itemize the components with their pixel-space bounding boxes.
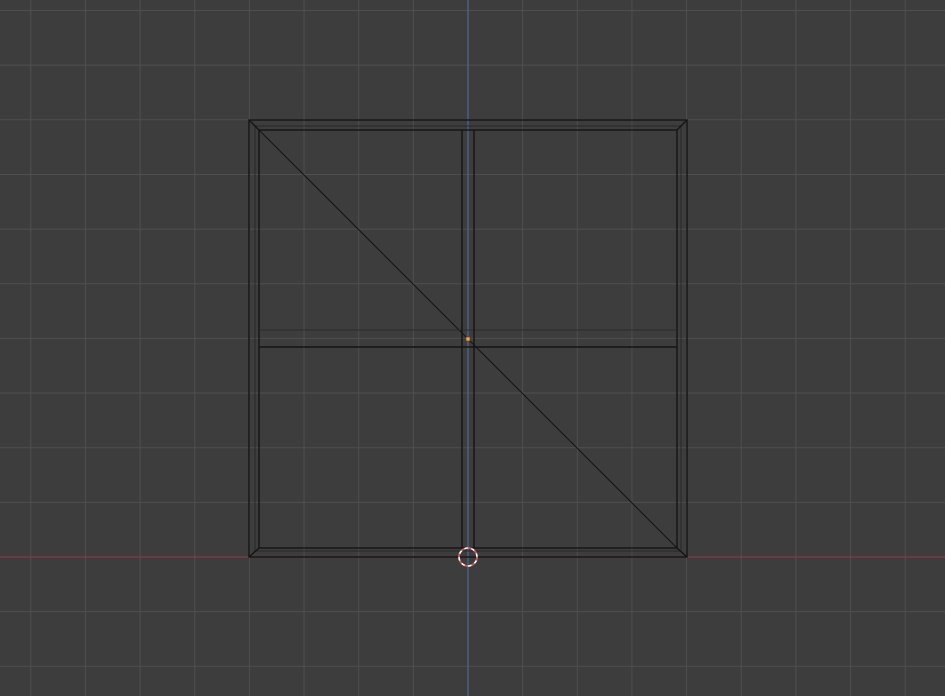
bevel-corner-edge bbox=[676, 547, 688, 558]
bevel-corner-edge bbox=[676, 119, 688, 131]
3d-viewport[interactable] bbox=[0, 0, 945, 696]
viewport-canvas[interactable] bbox=[0, 0, 945, 696]
grid bbox=[0, 0, 945, 696]
bevel-corner-edge bbox=[248, 119, 260, 131]
origin-point-icon[interactable] bbox=[465, 336, 471, 342]
bevel-corner-edge bbox=[248, 547, 260, 558]
